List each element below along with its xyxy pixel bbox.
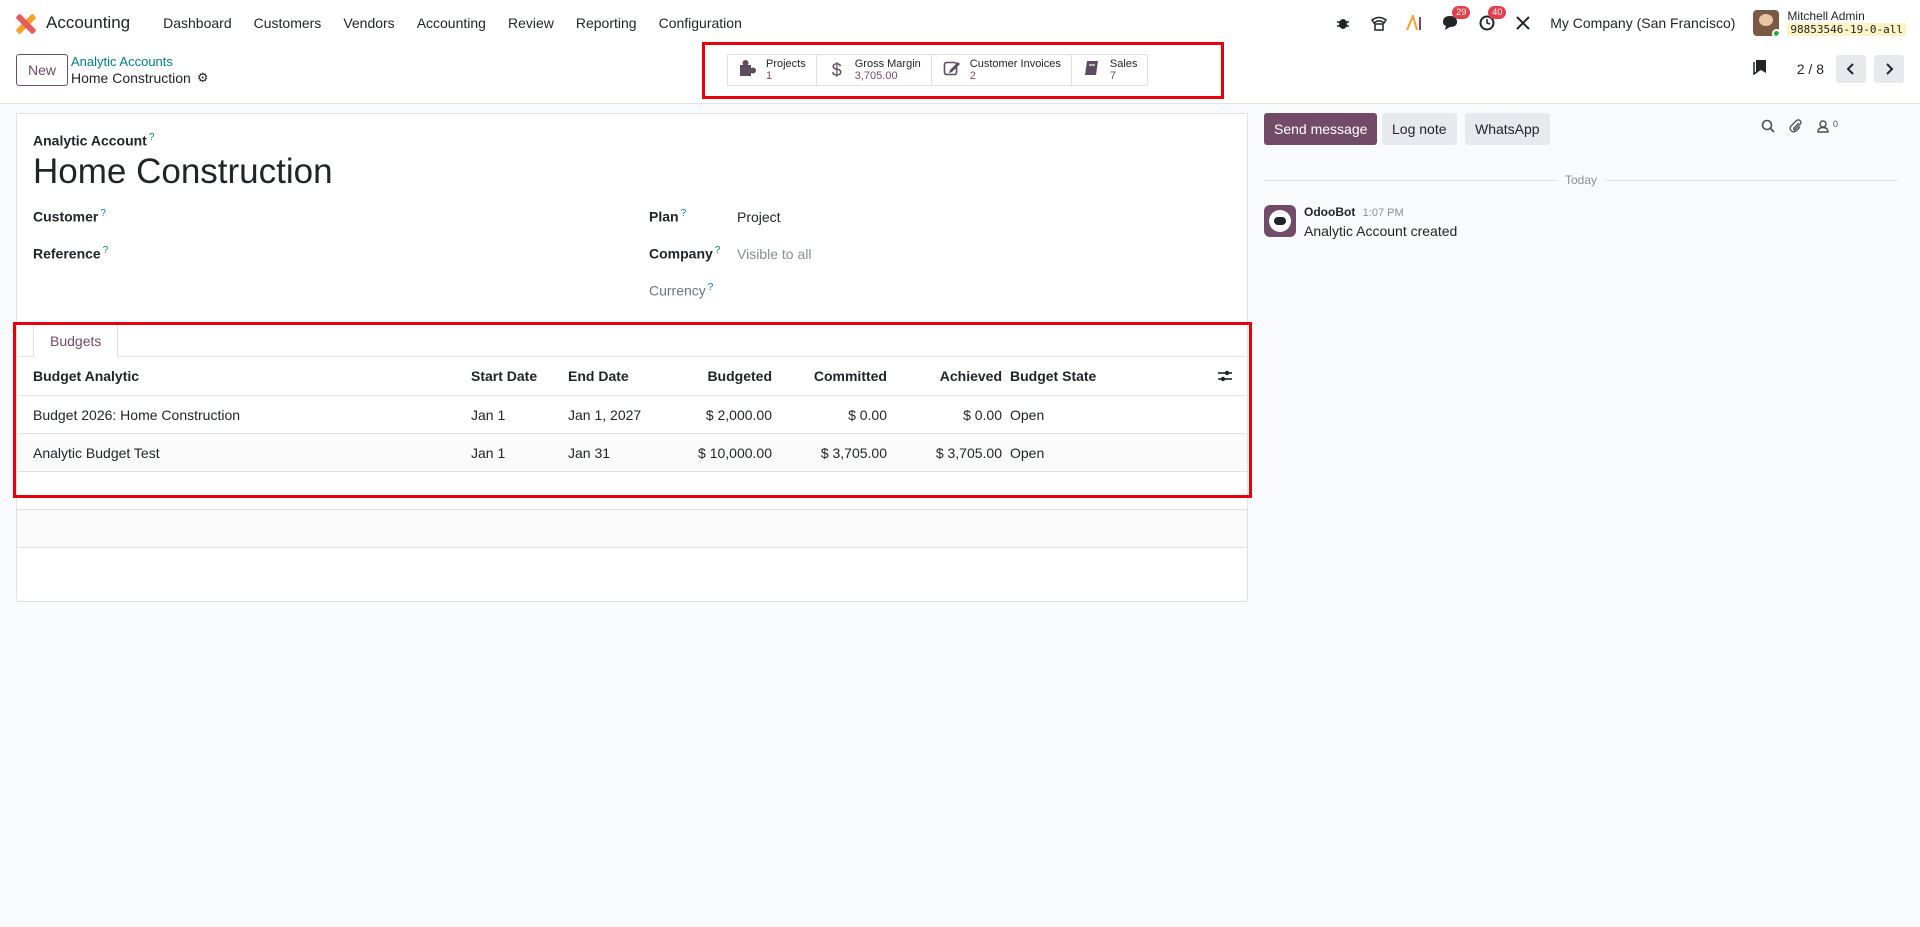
record-pager: 2 / 8 <box>1753 55 1904 83</box>
followers-icon[interactable]: 0 <box>1817 119 1838 136</box>
send-message-button[interactable]: Send message <box>1264 113 1378 145</box>
plan-label: Plan? <box>649 208 686 225</box>
company-switcher[interactable]: My Company (San Francisco) <box>1550 15 1735 31</box>
help-icon[interactable]: ? <box>103 245 109 256</box>
help-icon[interactable]: ? <box>715 245 721 256</box>
followers-count: 0 <box>1832 119 1838 129</box>
breadcrumb: Analytic Accounts Home Construction ⚙ <box>71 54 208 86</box>
top-navbar: Accounting Dashboard Customers Vendors A… <box>0 0 1920 46</box>
menu-reporting[interactable]: Reporting <box>565 15 648 31</box>
help-icon[interactable]: ? <box>100 208 106 219</box>
messages-badge: 29 <box>1452 6 1471 19</box>
chatter: Send message Log note WhatsApp 0 Today O… <box>1264 113 1904 239</box>
activities-badge: 40 <box>1488 6 1507 19</box>
pager-value[interactable]: 2 / 8 <box>1797 61 1824 77</box>
company-label-text: Company <box>649 245 713 262</box>
odoobot-avatar[interactable] <box>1264 205 1296 237</box>
chatter-message: OdooBot 1:07 PM Analytic Account created <box>1264 205 1457 239</box>
whatsapp-button[interactable]: WhatsApp <box>1465 113 1550 145</box>
customer-label-text: Customer <box>33 208 99 225</box>
message-author[interactable]: OdooBot <box>1304 205 1355 219</box>
chevron-right-icon[interactable] <box>1874 55 1904 83</box>
phone-icon[interactable] <box>1370 14 1388 32</box>
smart-buttons-highlight <box>702 42 1224 99</box>
activities-clock-icon[interactable]: 40 <box>1478 6 1507 32</box>
reference-label-text: Reference <box>33 245 101 262</box>
messages-icon[interactable]: 29 <box>1442 6 1471 32</box>
help-icon[interactable]: ? <box>149 132 155 143</box>
analytic-account-label: Analytic Account? <box>33 132 154 149</box>
gear-icon[interactable]: ⚙ <box>197 70 209 86</box>
menu-configuration[interactable]: Configuration <box>648 15 753 31</box>
bug-icon[interactable] <box>1334 14 1352 32</box>
company-field[interactable]: Visible to all <box>737 246 811 262</box>
help-icon[interactable]: ? <box>681 208 687 219</box>
tools-icon[interactable] <box>1514 14 1532 32</box>
menu-customers[interactable]: Customers <box>243 15 333 31</box>
user-name: Mitchell Admin <box>1787 9 1865 23</box>
new-button[interactable]: New <box>16 54 69 86</box>
customer-label: Customer? <box>33 208 106 225</box>
database-name: 98853546-19-0-all <box>1787 23 1906 36</box>
plan-label-text: Plan <box>649 208 679 225</box>
ai-icon[interactable] <box>1406 14 1424 32</box>
message-body: Analytic Account created <box>1304 223 1458 239</box>
menu-accounting[interactable]: Accounting <box>406 15 497 31</box>
analytic-account-label-text: Analytic Account <box>33 132 147 149</box>
reference-label: Reference? <box>33 245 108 262</box>
menu-vendors[interactable]: Vendors <box>332 15 405 31</box>
search-icon[interactable] <box>1761 119 1775 136</box>
currency-label-text: Currency <box>649 282 706 299</box>
app-logo-icon[interactable] <box>14 12 37 35</box>
main-menu: Dashboard Customers Vendors Accounting R… <box>152 15 753 31</box>
breadcrumb-current: Home Construction ⚙ <box>71 70 208 86</box>
breadcrumb-current-label: Home Construction <box>71 70 191 86</box>
breadcrumb-analytic-accounts[interactable]: Analytic Accounts <box>71 54 208 70</box>
navbar-systray: 29 40 My Company (San Francisco) Mitchel… <box>1334 6 1906 36</box>
budgets-table-highlight <box>13 322 1252 498</box>
chevron-left-icon[interactable] <box>1836 55 1866 83</box>
help-icon[interactable]: ? <box>708 282 714 293</box>
company-label: Company? <box>649 245 720 262</box>
plan-field[interactable]: Project <box>737 209 781 225</box>
message-time: 1:07 PM <box>1362 207 1404 219</box>
user-avatar <box>1753 10 1780 36</box>
account-name-field[interactable]: Home Construction <box>33 152 333 192</box>
attachment-icon[interactable] <box>1789 119 1803 136</box>
log-note-button[interactable]: Log note <box>1382 113 1457 145</box>
date-separator: Today <box>1264 173 1898 187</box>
user-menu[interactable]: Mitchell Admin 98853546-19-0-all <box>1753 10 1906 36</box>
menu-review[interactable]: Review <box>497 15 565 31</box>
app-name[interactable]: Accounting <box>46 13 130 33</box>
today-label: Today <box>1564 173 1598 187</box>
currency-label: Currency? <box>649 282 713 299</box>
menu-dashboard[interactable]: Dashboard <box>152 15 243 31</box>
empty-row <box>17 510 1247 548</box>
bookmark-icon[interactable] <box>1753 59 1767 80</box>
